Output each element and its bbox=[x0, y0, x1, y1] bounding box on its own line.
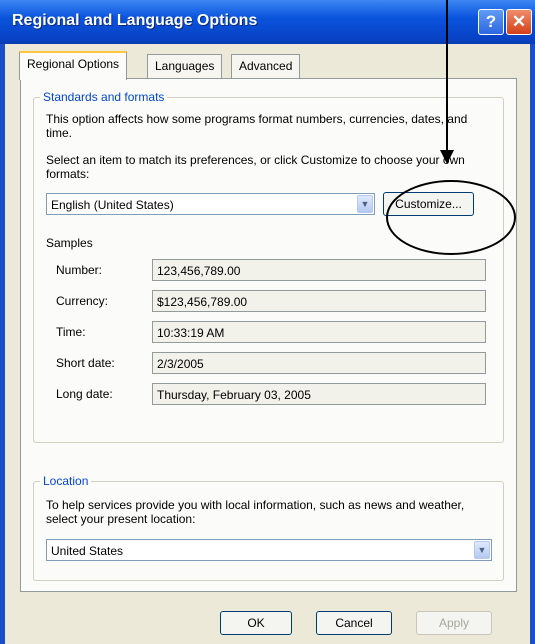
cancel-button[interactable]: Cancel bbox=[316, 611, 392, 635]
short-date-sample-field: 2/3/2005 bbox=[152, 352, 486, 374]
annotation-arrowhead bbox=[440, 150, 454, 164]
cancel-button-label: Cancel bbox=[335, 616, 373, 630]
select-prompt: Select an item to match its preferences,… bbox=[46, 153, 465, 181]
annotation-arrow bbox=[446, 0, 448, 152]
tab-regional-options[interactable]: Regional Options bbox=[19, 51, 128, 80]
help-button[interactable]: ? bbox=[478, 9, 504, 35]
short-date-label: Short date: bbox=[56, 356, 115, 370]
apply-button-label: Apply bbox=[438, 616, 470, 630]
tab-label: Advanced bbox=[239, 59, 293, 73]
number-sample-field: 123,456,789.00 bbox=[152, 259, 486, 281]
long-date-sample-field: Thursday, February 03, 2005 bbox=[152, 383, 486, 405]
locale-dropdown-value: English (United States) bbox=[51, 198, 174, 212]
dialog-body: Regional Options Languages Advanced Stan… bbox=[5, 44, 530, 644]
chevron-down-icon[interactable]: ▼ bbox=[474, 541, 490, 559]
standards-legend: Standards and formats bbox=[40, 90, 168, 104]
close-icon: ✕ bbox=[511, 12, 527, 31]
locale-dropdown[interactable]: English (United States) ▼ bbox=[46, 193, 375, 215]
tab-label: Languages bbox=[155, 59, 215, 73]
help-icon: ? bbox=[485, 12, 497, 31]
samples-heading: Samples bbox=[46, 236, 93, 250]
location-legend: Location bbox=[40, 474, 92, 488]
apply-button[interactable]: Apply bbox=[416, 611, 492, 635]
window-title: Regional and Language Options bbox=[12, 12, 258, 29]
tab-languages[interactable]: Languages bbox=[147, 54, 223, 78]
title-bar[interactable]: Regional and Language Options ? ✕ bbox=[0, 0, 535, 44]
long-date-label: Long date: bbox=[56, 387, 113, 401]
ok-button[interactable]: OK bbox=[220, 611, 292, 635]
location-description: To help services provide you with local … bbox=[46, 498, 465, 526]
tab-advanced[interactable]: Advanced bbox=[231, 54, 301, 78]
tab-label: Regional Options bbox=[27, 57, 120, 71]
location-group: Location To help services provide you wi… bbox=[33, 474, 504, 581]
ok-button-label: OK bbox=[247, 616, 265, 630]
time-label: Time: bbox=[56, 325, 86, 339]
close-button[interactable]: ✕ bbox=[506, 9, 532, 35]
dialog-window: Regional and Language Options ? ✕ Region… bbox=[0, 0, 535, 644]
chevron-down-icon[interactable]: ▼ bbox=[357, 195, 373, 213]
location-dropdown[interactable]: United States ▼ bbox=[46, 539, 492, 561]
time-sample-field: 10:33:19 AM bbox=[152, 321, 486, 343]
number-label: Number: bbox=[56, 263, 103, 277]
standards-description: This option affects how some programs fo… bbox=[46, 112, 468, 140]
currency-label: Currency: bbox=[56, 294, 109, 308]
currency-sample-field: $123,456,789.00 bbox=[152, 290, 486, 312]
annotation-circle bbox=[386, 180, 516, 255]
location-dropdown-value: United States bbox=[51, 544, 124, 558]
standards-and-formats-group: Standards and formats This option affect… bbox=[33, 90, 504, 443]
